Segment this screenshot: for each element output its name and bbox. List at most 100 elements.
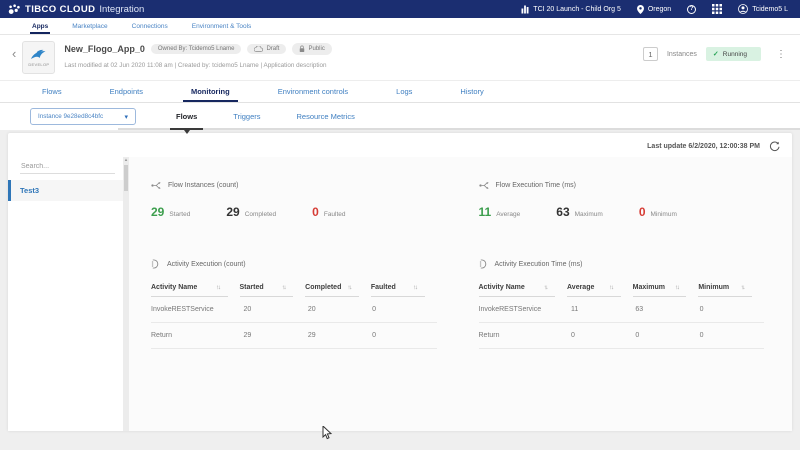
sort-icon[interactable]: ↑↓ bbox=[282, 284, 286, 291]
flow-list-item-test3[interactable]: Test3 bbox=[8, 180, 123, 201]
status-badge: ✓ Running bbox=[706, 47, 761, 61]
cell-activity-name: InvokeRESTService bbox=[151, 297, 244, 322]
brand: TIBCO CLOUD Integration bbox=[8, 4, 144, 15]
tab-endpoints[interactable]: Endpoints bbox=[86, 81, 167, 102]
col-completed[interactable]: Completed↑↓ bbox=[305, 280, 359, 297]
app-tile-label: DEVELOP bbox=[28, 62, 49, 67]
app-grid-icon[interactable] bbox=[712, 4, 722, 14]
location-pin-icon bbox=[637, 5, 644, 14]
scrollbar-thumb[interactable] bbox=[124, 165, 128, 191]
stat-average: 11 Average bbox=[479, 205, 521, 219]
user-menu[interactable]: Tcidemo5 L bbox=[738, 4, 788, 14]
chevron-down-icon: ▾ bbox=[124, 113, 128, 121]
main-nav: Apps Marketplace Connections Environment… bbox=[0, 18, 800, 35]
app-tile: DEVELOP bbox=[22, 41, 55, 74]
help-icon[interactable]: ? bbox=[687, 5, 696, 14]
cell-average: 0 bbox=[571, 323, 635, 348]
draft-badge-label: Draft bbox=[266, 46, 279, 52]
cell-started: 20 bbox=[244, 297, 308, 322]
org-label: TCI 20 Launch - Child Org 5 bbox=[533, 6, 621, 13]
sort-icon[interactable]: ↑↓ bbox=[347, 284, 351, 291]
app-tab-bar: Flows Endpoints Monitoring Environment c… bbox=[0, 81, 800, 103]
col-minimum[interactable]: Minimum↑↓ bbox=[698, 280, 752, 297]
flow-metric-icon bbox=[479, 181, 490, 190]
sort-icon[interactable]: ↑↓ bbox=[675, 284, 679, 291]
stat-minimum-value: 0 bbox=[639, 205, 646, 219]
avatar-icon bbox=[738, 4, 748, 14]
subtab-flows-label: Flows bbox=[176, 112, 197, 121]
org-icon bbox=[521, 5, 529, 14]
monitoring-sub-bar: Instance 9e28ed8c4bfc ▾ Flows Triggers R… bbox=[0, 103, 800, 130]
nav-item-apps[interactable]: Apps bbox=[20, 18, 60, 34]
col-started[interactable]: Started↑↓ bbox=[240, 280, 294, 297]
stat-faulted: 0 Faulted bbox=[312, 205, 345, 219]
tab-environment-controls[interactable]: Environment controls bbox=[254, 81, 372, 102]
col-maximum[interactable]: Maximum↑↓ bbox=[633, 280, 687, 297]
table-row: InvokeRESTService 11 63 0 bbox=[479, 297, 765, 323]
cell-minimum: 0 bbox=[700, 323, 764, 348]
sort-icon[interactable]: ↑↓ bbox=[741, 284, 745, 291]
cell-activity-name: InvokeRESTService bbox=[479, 297, 572, 322]
activity-icon bbox=[151, 259, 161, 269]
flow-instances-section: Flow Instances (count) 29 Started 29 Com… bbox=[151, 181, 437, 219]
top-bar: TIBCO CLOUD Integration TCI 20 Launch - … bbox=[0, 0, 800, 18]
refresh-icon[interactable] bbox=[769, 141, 780, 152]
stat-maximum: 63 Maximum bbox=[556, 205, 603, 219]
stat-completed-value: 29 bbox=[226, 205, 239, 219]
flow-exec-time-section: Flow Execution Time (ms) 11 Average 63 M… bbox=[479, 181, 765, 219]
col-average[interactable]: Average↑↓ bbox=[567, 280, 621, 297]
tab-history[interactable]: History bbox=[436, 81, 507, 102]
instances-label: Instances bbox=[667, 51, 697, 58]
tab-monitoring[interactable]: Monitoring bbox=[167, 81, 254, 102]
status-label: Running bbox=[723, 51, 747, 58]
stat-average-label: Average bbox=[496, 211, 520, 218]
stat-average-value: 11 bbox=[479, 205, 492, 219]
active-subtab-pointer bbox=[184, 130, 190, 134]
back-chevron-icon[interactable]: ‹ bbox=[12, 47, 16, 60]
content-area: Last update 6/2/2020, 12:00:38 PM Test3 … bbox=[0, 130, 800, 449]
kebab-menu-icon[interactable]: ⋮ bbox=[776, 49, 786, 60]
tibco-logo-icon bbox=[8, 4, 21, 15]
stat-minimum-label: Minimum bbox=[651, 211, 677, 218]
activity-count-table: Activity Name↑↓ Started↑↓ Completed↑↓ Fa… bbox=[151, 280, 437, 349]
instance-dropdown[interactable]: Instance 9e28ed8c4bfc ▾ bbox=[30, 108, 136, 125]
instance-dropdown-value: Instance 9e28ed8c4bfc bbox=[38, 113, 103, 120]
stat-started-label: Started bbox=[169, 211, 190, 218]
nav-item-connections[interactable]: Connections bbox=[120, 18, 180, 34]
table-row: InvokeRESTService 20 20 0 bbox=[151, 297, 437, 323]
stat-faulted-value: 0 bbox=[312, 205, 319, 219]
tab-logs[interactable]: Logs bbox=[372, 81, 436, 102]
col-activity-name[interactable]: Activity Name↑↓ bbox=[151, 280, 228, 297]
sort-icon[interactable]: ↑↓ bbox=[413, 284, 417, 291]
cell-average: 11 bbox=[571, 297, 635, 322]
subtab-flows[interactable]: Flows bbox=[158, 103, 215, 130]
tab-flows[interactable]: Flows bbox=[18, 81, 86, 102]
stat-started: 29 Started bbox=[151, 205, 190, 219]
check-icon: ✓ bbox=[713, 50, 719, 58]
cell-completed: 20 bbox=[308, 297, 372, 322]
cell-completed: 29 bbox=[308, 323, 372, 348]
col-faulted[interactable]: Faulted↑↓ bbox=[371, 280, 425, 297]
org-selector[interactable]: TCI 20 Launch - Child Org 5 bbox=[521, 5, 621, 14]
col-activity-name[interactable]: Activity Name↑↓ bbox=[479, 280, 556, 297]
region-label: Oregon bbox=[648, 6, 671, 13]
region-selector[interactable]: Oregon bbox=[637, 5, 671, 14]
activity-time-title: Activity Execution Time (ms) bbox=[495, 261, 583, 268]
sort-icon[interactable]: ↑↓ bbox=[216, 284, 220, 291]
sort-icon[interactable]: ↑↓ bbox=[609, 284, 613, 291]
stat-minimum: 0 Minimum bbox=[639, 205, 677, 219]
nav-item-environment-tools[interactable]: Environment & Tools bbox=[180, 18, 264, 34]
flow-instances-title: Flow Instances (count) bbox=[168, 182, 238, 189]
subtab-triggers[interactable]: Triggers bbox=[215, 103, 278, 130]
sort-icon[interactable]: ↑↓ bbox=[544, 284, 548, 291]
activity-count-title: Activity Execution (count) bbox=[167, 261, 246, 268]
subtab-resource-metrics[interactable]: Resource Metrics bbox=[279, 103, 373, 130]
cell-minimum: 0 bbox=[700, 297, 764, 322]
table-row: Return 0 0 0 bbox=[479, 323, 765, 349]
nav-item-marketplace[interactable]: Marketplace bbox=[60, 18, 119, 34]
cell-faulted: 0 bbox=[372, 297, 436, 322]
mouse-cursor bbox=[322, 426, 333, 440]
search-input[interactable] bbox=[20, 160, 115, 174]
sidebar-scrollbar[interactable]: ▴ bbox=[123, 157, 129, 431]
activity-count-section: Activity Execution (count) Activity Name… bbox=[151, 259, 437, 349]
